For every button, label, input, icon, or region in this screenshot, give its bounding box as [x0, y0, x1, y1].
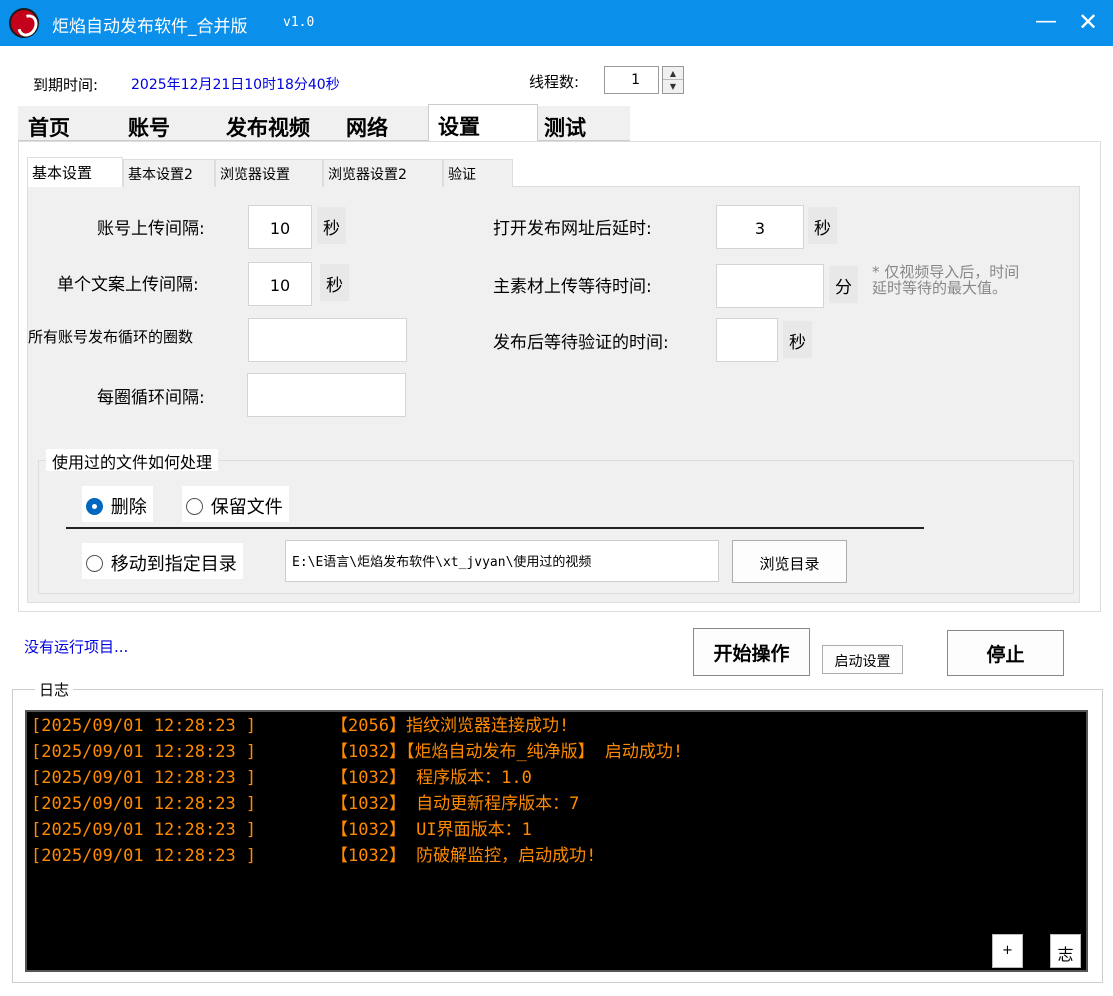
log-message: 【1032】【炬焰自动发布_纯净版】 启动成功!	[331, 742, 684, 762]
window-version: v1.0	[283, 15, 315, 30]
log-message: 【1032】 防破解监控，启动成功!	[331, 846, 597, 866]
main-wait-input[interactable]	[716, 264, 824, 308]
log-plus-button[interactable]: +	[992, 934, 1023, 968]
verify-wait-input[interactable]	[716, 318, 778, 362]
verify-wait-unit: 秒	[783, 321, 812, 358]
open-delay-input[interactable]: 3	[716, 205, 804, 249]
loop-interval-label: 每圈循环间隔:	[97, 388, 205, 408]
log-time: [2025/09/01 12:28:23 ]	[31, 768, 257, 788]
log-entry: [2025/09/01 12:28:23 ] 【1032】 程序版本：1.0	[31, 765, 1086, 791]
file-handling-title: 使用过的文件如何处理	[46, 449, 219, 472]
expiry-label: 到期时间:	[33, 76, 99, 94]
launch-settings-button[interactable]: 启动设置	[822, 645, 903, 674]
radio-delete-label: 删除	[110, 497, 147, 518]
open-delay-unit: 秒	[808, 207, 837, 244]
radio-keep[interactable]: 保留文件	[182, 486, 289, 522]
tab-network[interactable]: 网络	[346, 106, 388, 141]
log-entry: [2025/09/01 12:28:23 ] 【1032】 自动更新程序版本：7	[31, 791, 1086, 817]
threads-input[interactable]: 1	[604, 66, 659, 94]
loop-count-input[interactable]	[248, 318, 407, 362]
account-interval-label: 账号上传间隔:	[97, 219, 205, 239]
app-logo-icon	[9, 8, 39, 38]
subtab-browser[interactable]: 浏览器设置	[215, 159, 323, 187]
status-text: 没有运行项目...	[24, 638, 129, 656]
log-entry: [2025/09/01 12:28:23 ] 【1032】 防破解监控，启动成功!	[31, 843, 1086, 869]
start-button[interactable]: 开始操作	[693, 628, 810, 676]
expiry-value: 2025年12月21日10时18分40秒	[131, 77, 340, 93]
log-output[interactable]: [2025/09/01 12:28:23 ] 【2056】指纹浏览器连接成功! […	[25, 710, 1088, 972]
tab-account[interactable]: 账号	[128, 106, 170, 141]
radio-unchecked-icon[interactable]	[186, 498, 203, 515]
main-wait-label: 主素材上传等待时间:	[493, 277, 652, 297]
subtab-basic[interactable]: 基本设置	[27, 157, 123, 187]
log-time: [2025/09/01 12:28:23 ]	[31, 820, 257, 840]
subtab-verify[interactable]: 验证	[443, 159, 513, 187]
subtab-browser-2[interactable]: 浏览器设置2	[323, 159, 443, 187]
log-title: 日志	[35, 679, 74, 700]
radio-delete[interactable]: 删除	[82, 486, 153, 522]
spin-down-icon[interactable]: ▼	[663, 80, 683, 93]
open-delay-label: 打开发布网址后延时:	[493, 219, 652, 239]
main-wait-note-line-2: 延时等待的最大值。	[872, 279, 1008, 297]
minimize-button[interactable]: —	[1028, 6, 1064, 40]
log-message: 【1032】 程序版本：1.0	[331, 768, 532, 788]
main-wait-note: * 仅视频导入后，时间 延时等待的最大值。	[872, 264, 1019, 296]
tab-test[interactable]: 测试	[544, 106, 586, 141]
verify-wait-label: 发布后等待验证的时间:	[493, 333, 669, 353]
loop-count-label: 所有账号发布循环的圈数	[28, 328, 194, 346]
stop-button[interactable]: 停止	[947, 630, 1064, 676]
radio-unchecked-icon[interactable]	[86, 555, 103, 572]
copy-interval-unit: 秒	[320, 264, 349, 301]
loop-interval-input[interactable]	[247, 373, 406, 417]
log-message: 【1032】 UI界面版本：1	[331, 820, 532, 840]
log-button[interactable]: 志	[1050, 934, 1081, 968]
threads-label: 线程数:	[529, 73, 580, 91]
spin-up-icon[interactable]: ▲	[663, 67, 683, 80]
title-bar: 炬焰自动发布软件_合并版 v1.0 — ✕	[0, 0, 1113, 46]
divider	[66, 527, 924, 529]
log-entry: [2025/09/01 12:28:23 ] 【1032】【炬焰自动发布_纯净版】…	[31, 739, 1086, 765]
account-interval-input[interactable]: 10	[248, 205, 312, 249]
tab-settings[interactable]: 设置	[428, 104, 538, 142]
copy-interval-label: 单个文案上传间隔:	[57, 275, 199, 295]
browse-directory-button[interactable]: 浏览目录	[732, 540, 847, 583]
tab-publish-video[interactable]: 发布视频	[226, 106, 310, 141]
radio-keep-label: 保留文件	[210, 497, 283, 518]
log-time: [2025/09/01 12:28:23 ]	[31, 716, 257, 736]
main-wait-note-line-1: * 仅视频导入后，时间	[872, 263, 1020, 281]
account-interval-unit: 秒	[317, 207, 346, 244]
window-title: 炬焰自动发布软件_合并版	[52, 17, 248, 37]
main-tab-bar: 首页 账号 发布视频 网络 设置 测试	[18, 104, 630, 142]
radio-checked-icon[interactable]	[86, 498, 103, 515]
tab-home[interactable]: 首页	[28, 106, 70, 141]
main-wait-unit: 分	[829, 266, 858, 303]
move-path-input[interactable]: E:\E语言\炬焰发布软件\xt_jvyan\使用过的视频	[285, 540, 719, 582]
copy-interval-input[interactable]: 10	[248, 262, 312, 306]
radio-move[interactable]: 移动到指定目录	[82, 543, 243, 579]
close-button[interactable]: ✕	[1070, 6, 1106, 40]
log-message: 【2056】指纹浏览器连接成功!	[331, 716, 570, 736]
radio-move-label: 移动到指定目录	[110, 554, 237, 575]
log-time: [2025/09/01 12:28:23 ]	[31, 846, 257, 866]
threads-spinner[interactable]: ▲ ▼	[662, 66, 684, 94]
subtab-basic-2[interactable]: 基本设置2	[123, 159, 215, 187]
log-entry: [2025/09/01 12:28:23 ] 【2056】指纹浏览器连接成功!	[31, 713, 1086, 739]
log-message: 【1032】 自动更新程序版本：7	[331, 794, 580, 814]
log-time: [2025/09/01 12:28:23 ]	[31, 794, 257, 814]
log-entry: [2025/09/01 12:28:23 ] 【1032】 UI界面版本：1	[31, 817, 1086, 843]
log-time: [2025/09/01 12:28:23 ]	[31, 742, 257, 762]
